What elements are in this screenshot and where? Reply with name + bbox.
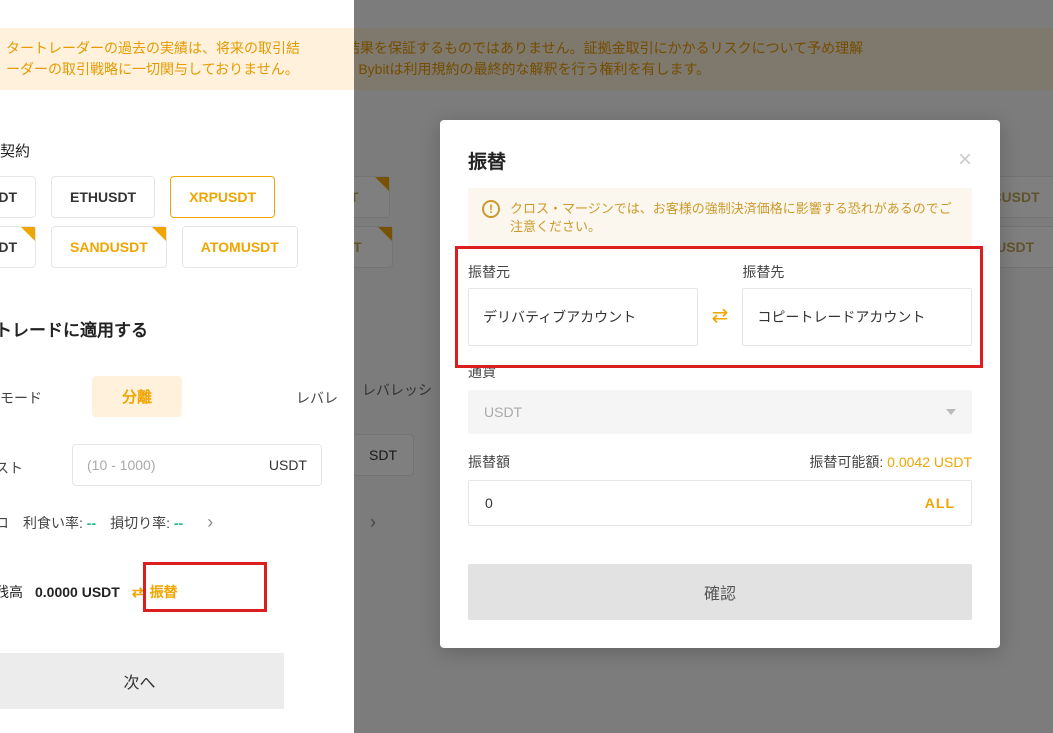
apply-to-trade-title: トレードに適用する	[0, 316, 148, 341]
transfer-from-select[interactable]: デリバティブアカウント	[468, 288, 698, 346]
banner-line1: タートレーダーの過去の実績は、将来の取引結	[6, 38, 348, 59]
balance-label: 残高	[0, 582, 23, 602]
pair-pill-ethusdt[interactable]: ETHUSDT	[51, 176, 155, 218]
margin-mode-label: ンモード	[0, 388, 42, 408]
balance-value: 0.0000 USDT	[35, 584, 120, 600]
banner-line2: ーダーの取引戦略に一切関与しておりません。	[6, 59, 348, 80]
available-value: 0.0042 USDT	[887, 454, 972, 470]
cost-unit: USDT	[269, 457, 307, 473]
left-panel: タートレーダーの過去の実績は、将来の取引結 ーダーの取引戦略に一切関与しておりま…	[0, 0, 354, 733]
currency-value: USDT	[484, 404, 522, 420]
profit-rate-label: 利食い率:	[23, 515, 83, 531]
modal-warning: ! クロス・マージンでは、お客様の強制決済価格に影響する恐れがあるのでご注意くだ…	[468, 188, 972, 248]
loss-rate-label: 損切り率:	[110, 515, 170, 531]
bg-usdt-box: SDT	[352, 434, 414, 476]
loss-rate-value: --	[174, 515, 183, 531]
transfer-modal: 振替 × ! クロス・マージンでは、お客様の強制決済価格に影響する恐れがあるので…	[440, 120, 1000, 648]
margin-mode-value[interactable]: 分離	[92, 376, 182, 417]
warning-icon: !	[482, 200, 500, 218]
chevron-right-icon: ›	[207, 512, 213, 533]
tp-sl-row[interactable]: コ 利食い率: -- 損切り率: -- ›	[0, 512, 213, 533]
next-button[interactable]: 次へ	[0, 653, 284, 709]
pair-pill-sandusdt[interactable]: SANDUSDT	[51, 226, 167, 268]
bg-chevron-icon: ›	[370, 512, 376, 533]
amount-label: 振替額	[468, 452, 510, 472]
transfer-to-select[interactable]: コピートレードアカウント	[742, 288, 972, 346]
swap-icon: ⇄	[132, 584, 144, 601]
amount-value: 0	[485, 495, 493, 511]
currency-select[interactable]: USDT	[468, 390, 972, 434]
cost-label: スト	[0, 458, 23, 478]
close-icon[interactable]: ×	[958, 146, 972, 174]
contract-label: 契約	[0, 140, 30, 161]
amount-input[interactable]: 0 ALL	[468, 480, 972, 526]
leverage-label: レバレ	[296, 388, 338, 408]
modal-title: 振替	[468, 147, 506, 174]
rate-prefix: コ	[0, 513, 9, 533]
all-button[interactable]: ALL	[925, 495, 955, 511]
currency-label: 通貨	[468, 362, 972, 382]
profit-rate-value: --	[87, 515, 96, 531]
caret-down-icon	[946, 409, 956, 415]
highlight-box-transfer	[143, 562, 267, 612]
swap-accounts-icon[interactable]: ⇄	[712, 303, 729, 328]
confirm-button[interactable]: 確認	[468, 564, 972, 620]
bg-leverage-label: レバレッシ	[362, 380, 432, 400]
transfer-from-label: 振替元	[468, 262, 698, 282]
disclaimer-banner-left: タートレーダーの過去の実績は、将来の取引結 ーダーの取引戦略に一切関与しておりま…	[0, 28, 354, 90]
pair-pill-xrpusdt[interactable]: XRPUSDT	[170, 176, 275, 218]
pair-pill-sdt-2[interactable]: SDT	[0, 226, 36, 268]
available-label: 振替可能額:	[809, 454, 883, 470]
transfer-to-label: 振替先	[742, 262, 972, 282]
pair-pill-sdt-1[interactable]: SDT	[0, 176, 36, 218]
modal-warning-text: クロス・マージンでは、お客様の強制決済価格に影響する恐れがあるのでご注意ください…	[510, 200, 958, 236]
cost-input[interactable]: (10 - 1000) USDT	[72, 444, 322, 486]
cost-placeholder: (10 - 1000)	[87, 457, 269, 473]
pair-pill-atomusdt[interactable]: ATOMUSDT	[182, 226, 298, 268]
